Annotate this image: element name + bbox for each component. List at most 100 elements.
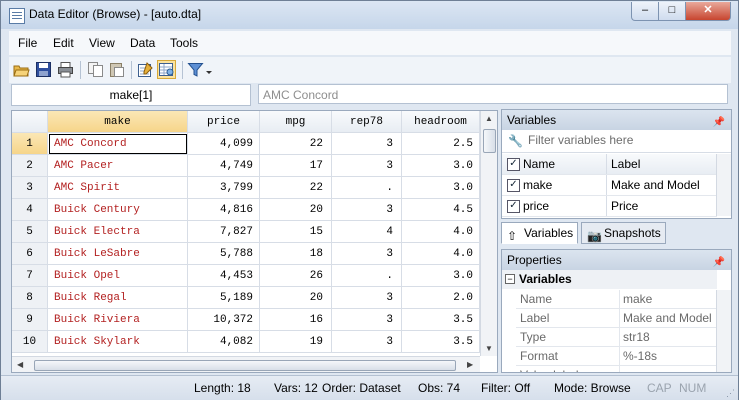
table-row[interactable]: 4 Buick Century 4,816 20 3 4.5 [12, 199, 480, 221]
cell-price[interactable]: 10,372 [188, 309, 260, 331]
cell-rep78[interactable]: 3 [332, 155, 402, 177]
cell-headroom[interactable]: 4.0 [402, 221, 480, 243]
cell-rep78[interactable]: 3 [332, 287, 402, 309]
cell-rep78[interactable]: 3 [332, 331, 402, 353]
row-number[interactable]: 10 [12, 331, 48, 353]
cell-price[interactable]: 3,799 [188, 177, 260, 199]
cell-headroom[interactable]: 2.0 [402, 287, 480, 309]
cell-headroom[interactable]: 3.0 [402, 265, 480, 287]
cell-headroom[interactable]: 3.5 [402, 331, 480, 353]
row-number[interactable]: 5 [12, 221, 48, 243]
cell-price[interactable]: 5,189 [188, 287, 260, 309]
property-row[interactable]: Label Make and Model [502, 309, 717, 328]
property-row[interactable]: Value label [502, 366, 717, 372]
scroll-right-arrow-icon[interactable]: ▶ [467, 360, 473, 369]
cell-mpg[interactable]: 17 [260, 155, 332, 177]
cell-rep78[interactable]: 3 [332, 243, 402, 265]
cell-headroom[interactable]: 2.5 [402, 133, 480, 155]
grid-corner[interactable] [12, 111, 48, 133]
table-row[interactable]: 8 Buick Regal 5,189 20 3 2.0 [12, 287, 480, 309]
cell-rep78[interactable]: 3 [332, 133, 402, 155]
maximize-button[interactable]: □ [658, 2, 686, 21]
table-row[interactable]: 1 AMC Concord 4,099 22 3 2.5 [12, 133, 480, 155]
save-icon[interactable] [35, 61, 52, 78]
print-icon[interactable] [57, 61, 74, 78]
current-cell-name[interactable]: make[1] [11, 84, 251, 106]
cell-make[interactable]: Buick LeSabre [48, 243, 188, 265]
cell-price[interactable]: 4,082 [188, 331, 260, 353]
cell-make[interactable]: AMC Concord [48, 133, 188, 155]
variables-scrollbar[interactable] [716, 154, 731, 216]
cell-rep78[interactable]: . [332, 265, 402, 287]
row-number[interactable]: 7 [12, 265, 48, 287]
edit-mode-icon[interactable] [137, 61, 154, 78]
cell-mpg[interactable]: 19 [260, 331, 332, 353]
filter-icon[interactable] [187, 61, 204, 78]
property-value[interactable] [620, 366, 717, 372]
grid-vertical-scroll-thumb[interactable] [483, 129, 496, 153]
scroll-down-arrow-icon[interactable]: ▼ [485, 344, 493, 353]
variables-name-header[interactable]: Name [523, 154, 555, 174]
variable-price-checkbox[interactable]: ✓ [507, 200, 520, 213]
table-row[interactable]: 9 Buick Riviera 10,372 16 3 3.5 [12, 309, 480, 331]
copy-icon[interactable] [87, 61, 104, 78]
open-icon[interactable] [13, 61, 30, 78]
column-header-make[interactable]: make [48, 111, 188, 133]
menu-data[interactable]: Data [130, 36, 155, 50]
variable-row-price[interactable]: ✓ price Price [502, 196, 717, 217]
menu-tools[interactable]: Tools [170, 36, 198, 50]
row-number[interactable]: 6 [12, 243, 48, 265]
property-row[interactable]: Type str18 [502, 328, 717, 347]
cell-headroom[interactable]: 3.0 [402, 155, 480, 177]
title-bar[interactable]: Data Editor (Browse) - [auto.dta] – □ ✕ [1, 1, 738, 29]
table-row[interactable]: 5 Buick Electra 7,827 15 4 4.0 [12, 221, 480, 243]
tab-snapshots[interactable]: 📷 Snapshots [581, 222, 666, 244]
cell-make[interactable]: AMC Pacer [48, 155, 188, 177]
grid-horizontal-scrollbar[interactable]: ◀ ▶ [12, 356, 480, 372]
row-number[interactable]: 3 [12, 177, 48, 199]
cell-price[interactable]: 4,453 [188, 265, 260, 287]
column-header-mpg[interactable]: mpg [260, 111, 332, 133]
wrench-icon[interactable]: 🔧 [508, 134, 523, 148]
cell-price[interactable]: 7,827 [188, 221, 260, 243]
cell-rep78[interactable]: 3 [332, 199, 402, 221]
scroll-left-arrow-icon[interactable]: ◀ [17, 360, 23, 369]
row-number[interactable]: 9 [12, 309, 48, 331]
column-header-rep78[interactable]: rep78 [332, 111, 402, 133]
row-number[interactable]: 4 [12, 199, 48, 221]
variables-filter-input[interactable]: Filter variables here [528, 133, 633, 147]
dropdown-arrow-icon[interactable] [205, 61, 213, 78]
cell-mpg[interactable]: 22 [260, 133, 332, 155]
column-header-headroom[interactable]: headroom [402, 111, 480, 133]
property-value[interactable]: make [620, 290, 717, 309]
data-grid[interactable]: make price mpg rep78 headroom 1 AMC Conco… [11, 110, 498, 373]
cell-rep78[interactable]: . [332, 177, 402, 199]
cell-mpg[interactable]: 20 [260, 287, 332, 309]
grid-vertical-scrollbar[interactable]: ▲ ▼ [480, 111, 497, 356]
row-number[interactable]: 8 [12, 287, 48, 309]
property-value[interactable]: str18 [620, 328, 717, 347]
variable-make-checkbox[interactable]: ✓ [507, 179, 520, 192]
cell-headroom[interactable]: 3.5 [402, 309, 480, 331]
property-row[interactable]: Format %-18s [502, 347, 717, 366]
cell-make[interactable]: Buick Opel [48, 265, 188, 287]
browse-mode-icon[interactable] [157, 60, 176, 79]
menu-file[interactable]: File [18, 36, 37, 50]
row-number[interactable]: 1 [12, 133, 48, 155]
cell-make[interactable]: Buick Electra [48, 221, 188, 243]
table-row[interactable]: 10 Buick Skylark 4,082 19 3 3.5 [12, 331, 480, 353]
close-button[interactable]: ✕ [685, 2, 731, 21]
minimize-button[interactable]: – [631, 2, 659, 21]
cell-price[interactable]: 4,749 [188, 155, 260, 177]
column-header-price[interactable]: price [188, 111, 260, 133]
cell-mpg[interactable]: 26 [260, 265, 332, 287]
scroll-up-arrow-icon[interactable]: ▲ [485, 114, 493, 123]
table-row[interactable]: 7 Buick Opel 4,453 26. 3.0 [12, 265, 480, 287]
cell-make[interactable]: Buick Skylark [48, 331, 188, 353]
menu-edit[interactable]: Edit [53, 36, 74, 50]
cell-rep78[interactable]: 4 [332, 221, 402, 243]
cell-make[interactable]: AMC Spirit [48, 177, 188, 199]
cell-mpg[interactable]: 18 [260, 243, 332, 265]
row-number[interactable]: 2 [12, 155, 48, 177]
cell-headroom[interactable]: 4.5 [402, 199, 480, 221]
